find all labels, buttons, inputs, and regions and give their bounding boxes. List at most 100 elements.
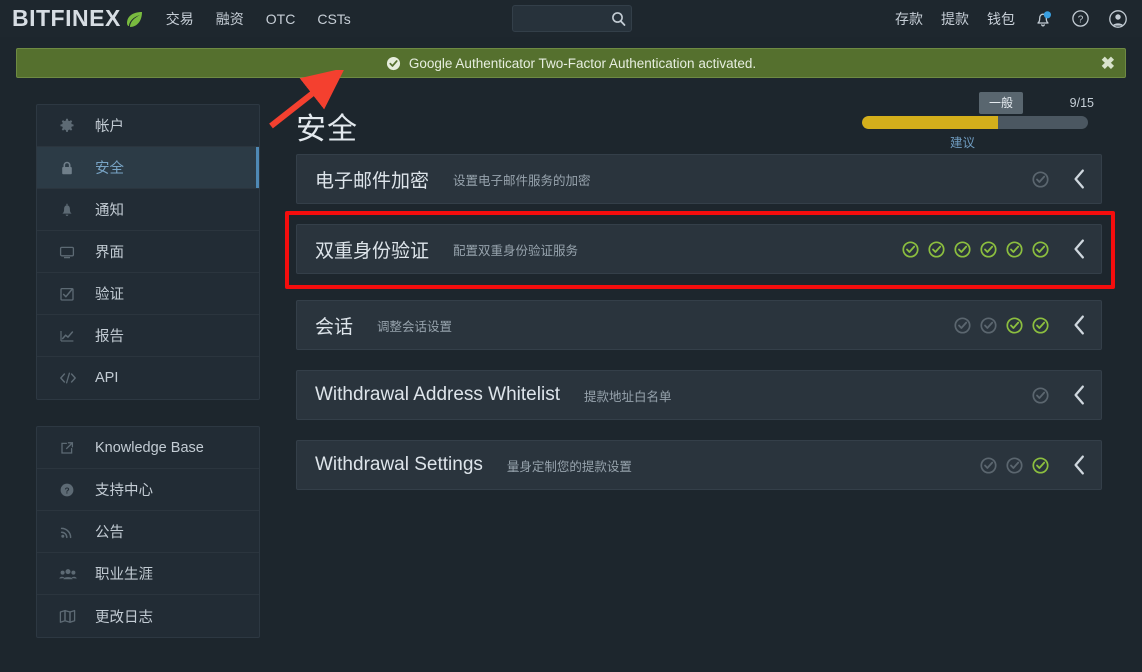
top-navigation-bar: BITFINEX 交易 融资 OTC CSTs 存款 提款 钱包 ? bbox=[0, 0, 1142, 37]
gear-icon bbox=[59, 118, 85, 134]
nav-item-withdraw[interactable]: 提款 bbox=[941, 9, 969, 29]
page-title: 安全 bbox=[296, 113, 358, 146]
code-icon bbox=[59, 370, 85, 386]
meter-count-label: 9/15 bbox=[1069, 96, 1094, 110]
security-card[interactable]: Withdrawal Address Whitelist 提款地址白名单 bbox=[296, 370, 1102, 420]
search-box[interactable] bbox=[512, 5, 632, 32]
leaf-icon bbox=[124, 9, 144, 29]
check-circle-active-icon bbox=[954, 240, 971, 258]
chevron-left-icon[interactable] bbox=[1072, 238, 1087, 260]
sidebar: 帐户 安全 通知 界面 验证 报告 API Knowledge Base ? 支… bbox=[36, 104, 260, 638]
check-circle-active-icon bbox=[980, 240, 997, 258]
sidebar-item-security[interactable]: 安全 bbox=[37, 147, 259, 189]
brand-logo[interactable]: BITFINEX bbox=[12, 5, 144, 32]
sidebar-item-changelog[interactable]: 更改日志 bbox=[37, 595, 259, 637]
sidebar-group-resources: Knowledge Base ? 支持中心 公告 职业生涯 更改日志 bbox=[36, 426, 260, 638]
check-circle-inactive-icon bbox=[1032, 170, 1049, 188]
sidebar-item-careers[interactable]: 职业生涯 bbox=[37, 553, 259, 595]
sidebar-item-knowledge-base[interactable]: Knowledge Base bbox=[37, 427, 259, 469]
sidebar-item-label: 界面 bbox=[95, 245, 124, 261]
chevron-left-icon[interactable] bbox=[1072, 314, 1087, 336]
chevron-left-icon[interactable] bbox=[1072, 454, 1087, 476]
external-link-icon bbox=[59, 440, 85, 456]
check-circle-active-icon bbox=[1032, 240, 1049, 258]
sidebar-item-label: 更改日志 bbox=[95, 609, 153, 626]
card-title: Withdrawal Settings bbox=[315, 454, 483, 475]
check-circle-inactive-icon bbox=[1006, 456, 1023, 474]
check-circle-active-icon bbox=[1032, 456, 1049, 474]
sidebar-item-interface[interactable]: 界面 bbox=[37, 231, 259, 273]
question-circle-icon: ? bbox=[59, 482, 85, 498]
card-title: 会话 bbox=[315, 316, 354, 338]
svg-text:?: ? bbox=[64, 485, 69, 495]
search-input[interactable] bbox=[521, 6, 607, 31]
card-title: Withdrawal Address Whitelist bbox=[315, 384, 560, 405]
primary-nav: 交易 融资 OTC CSTs bbox=[166, 9, 351, 29]
user-avatar-icon[interactable] bbox=[1108, 9, 1128, 29]
chart-line-icon bbox=[59, 328, 85, 344]
meter-track bbox=[862, 116, 1088, 129]
bell-icon bbox=[59, 202, 85, 218]
nav-item-wallet[interactable]: 钱包 bbox=[987, 9, 1015, 29]
card-status-icons bbox=[902, 238, 1087, 260]
check-circle-active-icon bbox=[1006, 316, 1023, 334]
card-subtitle: 调整会话设置 bbox=[377, 319, 453, 334]
security-card[interactable]: Withdrawal Settings 量身定制您的提款设置 bbox=[296, 440, 1102, 490]
monitor-icon bbox=[59, 244, 85, 260]
sidebar-group-settings: 帐户 安全 通知 界面 验证 报告 API bbox=[36, 104, 260, 400]
sidebar-item-label: 报告 bbox=[95, 329, 124, 345]
sidebar-item-verification[interactable]: 验证 bbox=[37, 273, 259, 315]
check-circle-inactive-icon bbox=[980, 316, 997, 334]
check-circle-icon bbox=[386, 56, 401, 71]
card-status-icons bbox=[1032, 384, 1087, 406]
security-card[interactable]: 会话 调整会话设置 bbox=[296, 300, 1102, 350]
nav-item-csts[interactable]: CSTs bbox=[317, 11, 350, 27]
sidebar-item-support[interactable]: ? 支持中心 bbox=[37, 469, 259, 511]
sidebar-item-account[interactable]: 帐户 bbox=[37, 105, 259, 147]
bell-icon[interactable] bbox=[1033, 9, 1053, 29]
svg-text:?: ? bbox=[1078, 15, 1084, 26]
users-icon bbox=[59, 566, 85, 582]
check-circle-active-icon bbox=[928, 240, 945, 258]
check-circle-active-icon bbox=[1006, 240, 1023, 258]
card-subtitle: 设置电子邮件服务的加密 bbox=[453, 173, 591, 188]
chevron-left-icon[interactable] bbox=[1072, 168, 1087, 190]
alert-banner: Google Authenticator Two-Factor Authenti… bbox=[16, 48, 1126, 78]
sidebar-item-api[interactable]: API bbox=[37, 357, 259, 399]
security-card[interactable]: 电子邮件加密 设置电子邮件服务的加密 bbox=[296, 154, 1102, 204]
sidebar-item-label: 职业生涯 bbox=[95, 567, 153, 583]
nav-item-funding[interactable]: 融资 bbox=[216, 9, 244, 29]
close-icon[interactable]: ✖ bbox=[1101, 49, 1115, 79]
sidebar-item-label: 安全 bbox=[95, 161, 124, 177]
checkbox-icon bbox=[59, 286, 85, 302]
book-icon bbox=[59, 608, 85, 624]
brand-name: BITFINEX bbox=[12, 5, 121, 31]
card-status-icons bbox=[1032, 168, 1087, 190]
sidebar-item-label: 公告 bbox=[95, 525, 124, 541]
security-settings-list: 电子邮件加密 设置电子邮件服务的加密双重身份验证 配置双重身份验证服务会话 调整会话设… bbox=[285, 154, 1115, 510]
search-icon[interactable] bbox=[607, 11, 631, 27]
help-icon[interactable]: ? bbox=[1071, 9, 1090, 28]
sidebar-item-label: 通知 bbox=[95, 203, 124, 219]
card-subtitle: 提款地址白名单 bbox=[583, 389, 672, 404]
security-card[interactable]: 双重身份验证 配置双重身份验证服务 bbox=[285, 211, 1115, 289]
sidebar-item-announcements[interactable]: 公告 bbox=[37, 511, 259, 553]
check-circle-inactive-icon bbox=[954, 316, 971, 334]
card-title: 电子邮件加密 bbox=[315, 170, 430, 192]
sidebar-item-label: API bbox=[95, 370, 119, 386]
card-subtitle: 量身定制您的提款设置 bbox=[506, 459, 632, 474]
check-circle-active-icon bbox=[902, 240, 919, 258]
card-status-icons bbox=[954, 314, 1087, 336]
nav-item-deposit[interactable]: 存款 bbox=[895, 9, 923, 29]
card-title: 双重身份验证 bbox=[315, 240, 430, 262]
sidebar-item-notifications[interactable]: 通知 bbox=[37, 189, 259, 231]
nav-item-trading[interactable]: 交易 bbox=[166, 9, 194, 29]
chevron-left-icon[interactable] bbox=[1072, 384, 1087, 406]
nav-item-otc[interactable]: OTC bbox=[266, 11, 296, 27]
rss-icon bbox=[59, 524, 85, 540]
sidebar-item-label: Knowledge Base bbox=[95, 439, 204, 456]
sidebar-item-label: 帐户 bbox=[95, 119, 124, 135]
check-circle-inactive-icon bbox=[1032, 386, 1049, 404]
sidebar-item-reports[interactable]: 报告 bbox=[37, 315, 259, 357]
check-circle-inactive-icon bbox=[980, 456, 997, 474]
